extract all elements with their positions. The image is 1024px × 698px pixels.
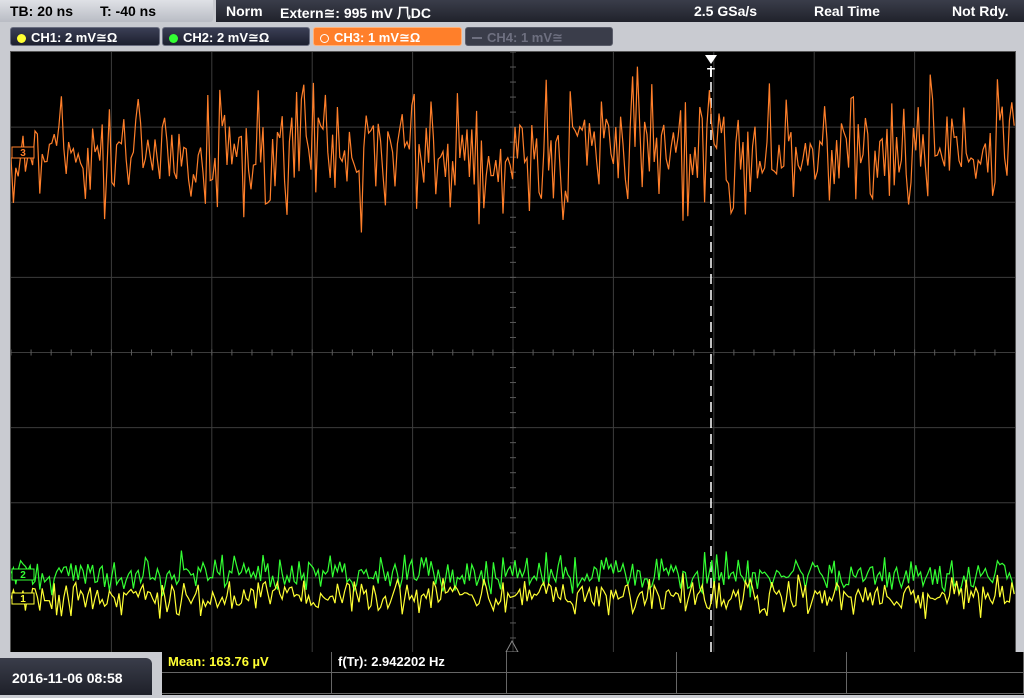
time-reference-icon <box>505 639 519 653</box>
trigger-position-arrow-icon[interactable] <box>705 55 717 64</box>
ch3-marker-label: 3 <box>20 148 26 159</box>
ch2-label: CH2: 2 mV≅Ω <box>183 30 270 45</box>
acquisition-status: Not Rdy. <box>952 3 1009 19</box>
frequency-measurement: f(Tr): 2.942202 Hz <box>338 654 445 669</box>
ch1-offset-marker[interactable]: 1 <box>11 592 35 605</box>
measurement-cell-empty[interactable] <box>677 673 847 694</box>
bottom-bar: 2016-11-06 08:58 Mean: 163.76 µV f(Tr): … <box>0 652 1024 695</box>
channel-tab-ch2[interactable]: CH2: 2 mV≅Ω <box>162 27 310 46</box>
waveform-canvas[interactable]: T 3 2 1 <box>11 52 1015 653</box>
ch4-indicator-icon <box>472 37 482 39</box>
measurement-cell-empty[interactable] <box>332 673 507 694</box>
measurement-cell-empty[interactable] <box>507 652 677 673</box>
trigger-time-label[interactable]: T: -40 ns <box>100 3 156 19</box>
ch3-label: CH3: 1 mV≅Ω <box>334 30 421 45</box>
channel-tab-ch4[interactable]: CH4: 1 mV≅ <box>465 27 613 46</box>
sample-rate[interactable]: 2.5 GSa/s <box>694 3 757 19</box>
measurement-cell-freq[interactable]: f(Tr): 2.942202 Hz <box>332 652 507 673</box>
ch1-marker-label: 1 <box>20 594 26 605</box>
trigger-source[interactable]: Extern≅: 995 mV ⺇DC <box>280 3 431 23</box>
channel-tab-ch1[interactable]: CH1: 2 mV≅Ω <box>10 27 160 46</box>
measurement-cell-empty[interactable] <box>162 673 332 694</box>
timebase-label[interactable]: TB: 20 ns <box>10 3 73 19</box>
ch3-offset-marker[interactable]: 3 <box>11 146 35 159</box>
timebase-panel[interactable]: TB: 20 ns T: -40 ns <box>0 0 213 22</box>
channel-tab-ch3[interactable]: CH3: 1 mV≅Ω <box>313 27 462 46</box>
ch2-offset-marker[interactable]: 2 <box>11 568 35 581</box>
ch3-indicator-icon <box>320 34 329 43</box>
measurement-cell-empty[interactable] <box>507 673 677 694</box>
channel-bar: CH1: 2 mV≅Ω CH2: 2 mV≅Ω CH3: 1 mV≅Ω CH4:… <box>0 24 1024 50</box>
ch2-marker-label: 2 <box>20 570 26 581</box>
date-time-display: 2016-11-06 08:58 <box>0 658 152 695</box>
trigger-mode[interactable]: Norm <box>226 3 263 19</box>
waveform-display[interactable]: T 3 2 1 <box>10 51 1016 654</box>
trigger-panel: Norm Extern≅: 995 mV ⺇DC 2.5 GSa/s Real … <box>216 0 1024 22</box>
ch2-indicator-icon <box>169 34 178 43</box>
status-bar: TB: 20 ns T: -40 ns Norm Extern≅: 995 mV… <box>0 0 1024 24</box>
acquisition-mode[interactable]: Real Time <box>814 3 880 19</box>
ch1-label: CH1: 2 mV≅Ω <box>31 30 118 45</box>
measurement-cell-empty[interactable] <box>677 652 847 673</box>
ch4-label: CH4: 1 mV≅ <box>487 30 563 45</box>
ch1-indicator-icon <box>17 34 26 43</box>
mean-measurement: Mean: 163.76 µV <box>168 654 269 669</box>
measurement-panel[interactable]: Mean: 163.76 µV f(Tr): 2.942202 Hz <box>162 652 1024 695</box>
measurement-cell-empty[interactable] <box>847 673 1024 694</box>
measurement-cell-empty[interactable] <box>847 652 1024 673</box>
trigger-position-marker: T <box>707 65 715 80</box>
measurement-cell-mean[interactable]: Mean: 163.76 µV <box>162 652 332 673</box>
